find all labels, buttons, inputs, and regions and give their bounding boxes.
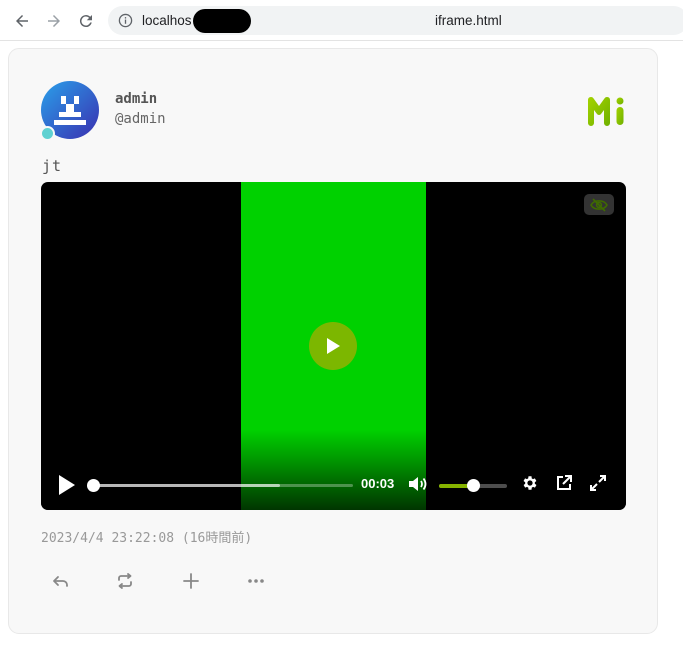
reply-icon: [53, 576, 68, 587]
current-time: 00:03: [361, 476, 395, 491]
address-bar[interactable]: localhos iframe.html: [108, 6, 683, 35]
back-button[interactable]: [9, 8, 35, 34]
redaction-mark: [193, 9, 251, 33]
seek-handle[interactable]: [87, 479, 100, 492]
reload-icon: [79, 15, 92, 28]
display-name[interactable]: admin: [115, 91, 157, 107]
play-button[interactable]: [57, 474, 77, 496]
big-play-button[interactable]: [309, 322, 357, 370]
reply-button[interactable]: [47, 567, 75, 595]
online-indicator: [40, 126, 55, 141]
arrow-right-icon: [48, 15, 60, 27]
url-text-start: localhos: [142, 13, 192, 28]
forward-button[interactable]: [41, 8, 67, 34]
hide-media-button[interactable]: [584, 194, 614, 215]
username[interactable]: @admin: [115, 111, 166, 127]
external-link-icon[interactable]: [555, 474, 573, 492]
controls-gradient: [41, 430, 626, 510]
fullscreen-icon[interactable]: [589, 474, 607, 492]
arrow-left-icon: [16, 15, 28, 27]
note-card: admin @admin jt 00:03 2023/4/4 23:22:08 …: [8, 48, 658, 634]
note-text: jt: [42, 157, 63, 175]
browser-toolbar: localhos iframe.html: [0, 0, 683, 41]
misskey-logo-icon[interactable]: [585, 93, 629, 127]
add-reaction-button[interactable]: [177, 567, 205, 595]
volume-slider[interactable]: [439, 479, 507, 492]
reload-button[interactable]: [73, 8, 99, 34]
play-icon: [327, 338, 340, 354]
volume-handle[interactable]: [467, 479, 480, 492]
video-player[interactable]: 00:03: [41, 182, 626, 510]
eye-slash-icon: [590, 197, 608, 212]
volume-icon[interactable]: [407, 474, 429, 494]
buffered-range: [93, 484, 281, 487]
more-button[interactable]: [242, 567, 270, 595]
renote-button[interactable]: [111, 567, 139, 595]
url-text-end: iframe.html: [435, 13, 502, 28]
info-icon: [118, 13, 133, 28]
seek-bar[interactable]: [87, 479, 353, 492]
plus-icon: [183, 573, 199, 589]
repeat-icon: [118, 573, 132, 589]
gear-icon[interactable]: [521, 474, 539, 492]
note-timestamp[interactable]: 2023/4/4 23:22:08 (16時間前): [41, 527, 252, 546]
more-icon: [248, 579, 264, 583]
